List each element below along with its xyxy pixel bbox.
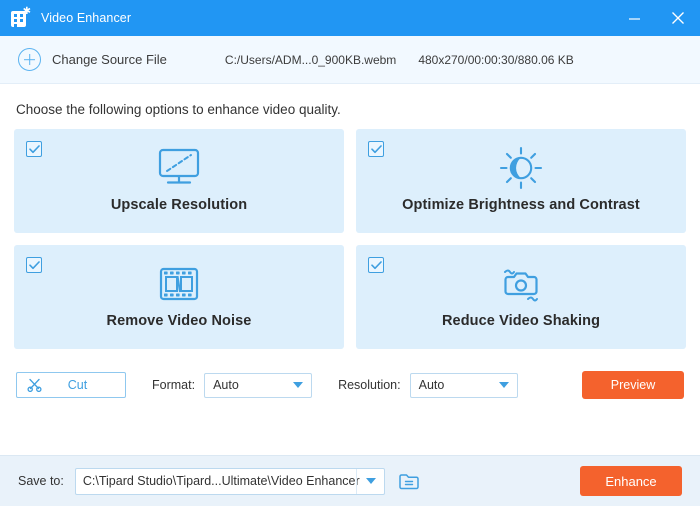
checkbox-remove-video-noise[interactable] <box>26 257 42 273</box>
option-label: Optimize Brightness and Contrast <box>402 197 640 213</box>
enhance-button[interactable]: Enhance <box>580 466 682 496</box>
source-file-info: 480x270/00:00:30/880.06 KB <box>418 52 574 67</box>
film-strip-icon <box>157 263 201 305</box>
option-label: Remove Video Noise <box>106 313 252 329</box>
sun-brightness-icon <box>499 146 543 190</box>
option-card-remove-video-noise[interactable]: Remove Video Noise <box>14 245 344 349</box>
camera-shake-icon <box>498 263 544 305</box>
window-controls <box>612 0 700 36</box>
checkbox-upscale-resolution[interactable] <box>26 141 42 157</box>
option-card-reduce-video-shaking[interactable]: Reduce Video Shaking <box>356 245 686 349</box>
resolution-label: Resolution: <box>338 378 401 392</box>
format-label: Format: <box>152 378 196 392</box>
output-options-row: Cut Format: Auto Resolution: Auto Previe… <box>14 349 686 405</box>
monitor-icon <box>156 147 202 189</box>
resolution-value: Auto <box>418 378 445 392</box>
chevron-down-icon <box>498 382 509 388</box>
preview-button[interactable]: Preview <box>582 371 684 399</box>
source-file-bar: Change Source File C:/Users/ADM...0_900K… <box>0 36 700 84</box>
option-card-upscale-resolution[interactable]: Upscale Resolution <box>14 129 344 233</box>
cut-button[interactable]: Cut <box>16 372 126 398</box>
checkbox-optimize-brightness[interactable] <box>368 141 384 157</box>
save-to-label: Save to: <box>18 474 64 488</box>
bottom-bar: Save to: C:\Tipard Studio\Tipard...Ultim… <box>0 455 700 506</box>
video-enhancer-logo-icon: ✱ <box>11 6 31 28</box>
option-card-optimize-brightness[interactable]: Optimize Brightness and Contrast <box>356 129 686 233</box>
chevron-down-icon <box>365 478 376 484</box>
instruction-text: Choose the following options to enhance … <box>16 102 341 117</box>
format-value: Auto <box>213 378 239 392</box>
video-enhancer-window: ✱ Video Enhancer Change Source File C:/U… <box>0 0 700 506</box>
scissors-icon <box>27 378 42 392</box>
minimize-icon[interactable] <box>612 0 656 36</box>
folder-icon[interactable] <box>396 468 422 494</box>
title-bar: ✱ Video Enhancer <box>0 0 700 36</box>
cut-label: Cut <box>67 378 88 392</box>
chevron-down-icon <box>293 382 304 388</box>
plus-circle-icon[interactable] <box>18 48 41 71</box>
enhance-options-grid: Upscale Resolution Optimize Brightness a… <box>14 129 686 349</box>
change-source-file-button[interactable]: Change Source File <box>52 52 167 67</box>
checkbox-reduce-video-shaking[interactable] <box>368 257 384 273</box>
option-label: Reduce Video Shaking <box>441 313 601 329</box>
resolution-select[interactable]: Auto <box>409 372 518 398</box>
close-icon[interactable] <box>656 0 700 36</box>
source-file-path: C:/Users/ADM...0_900KB.webm <box>224 52 397 67</box>
save-path-select[interactable]: C:\Tipard Studio\Tipard...Ultimate\Video… <box>74 467 385 495</box>
option-label: Upscale Resolution <box>110 197 248 213</box>
window-title: Video Enhancer <box>41 11 132 25</box>
main-content: Choose the following options to enhance … <box>0 84 700 455</box>
save-path-value: C:\Tipard Studio\Tipard...Ultimate\Video… <box>82 474 360 488</box>
format-select[interactable]: Auto <box>204 372 313 398</box>
